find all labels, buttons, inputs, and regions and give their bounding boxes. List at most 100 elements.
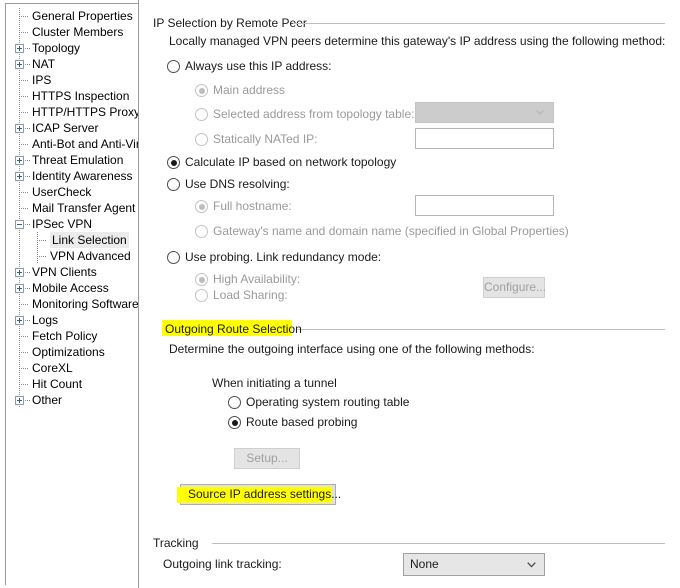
sidebar-item-icap-server[interactable]: ICAP Server xyxy=(6,120,138,136)
sidebar-item-label: Monitoring Software bla xyxy=(32,297,139,311)
topology-table-combo[interactable] xyxy=(415,102,554,123)
expand-icon[interactable] xyxy=(15,284,24,293)
sidebar-item-identity-awareness[interactable]: Identity Awareness xyxy=(6,168,138,184)
radio-selected-address-topology[interactable] xyxy=(195,108,208,121)
sidebar-item-mobile-access[interactable]: Mobile Access xyxy=(6,280,138,296)
radio-gateway-name-domain-label[interactable]: Gateway's name and domain name (specifie… xyxy=(213,225,569,238)
sidebar-item-monitoring-software-bla[interactable]: Monitoring Software bla xyxy=(6,296,138,312)
expand-icon[interactable] xyxy=(15,60,24,69)
radio-os-routing-table[interactable] xyxy=(228,396,241,409)
tree-branch-line xyxy=(19,96,28,97)
radio-load-sharing-label[interactable]: Load Sharing: xyxy=(213,289,288,302)
expand-icon[interactable] xyxy=(15,316,24,325)
tracking-group-divider xyxy=(212,543,665,544)
sidebar-item-hit-count[interactable]: Hit Count xyxy=(6,376,138,392)
sidebar-item-label: HTTPS Inspection xyxy=(32,89,130,103)
radio-load-sharing[interactable] xyxy=(195,289,208,302)
configure-button[interactable]: Configure... xyxy=(483,277,546,298)
radio-use-probing[interactable] xyxy=(167,251,180,264)
tree-branch-line xyxy=(25,48,31,49)
sidebar-item-label: Cluster Members xyxy=(32,25,124,39)
sidebar-item-anti-bot-and-anti-virus[interactable]: Anti-Bot and Anti-Virus xyxy=(6,136,138,152)
radio-selected-address-topology-label[interactable]: Selected address from topology table: xyxy=(213,108,414,121)
main-content-panel: IP Selection by Remote Peer Locally mana… xyxy=(139,0,680,588)
tree-branch-line xyxy=(19,368,28,369)
expand-icon[interactable] xyxy=(15,44,24,53)
sidebar-item-label: General Properties xyxy=(32,9,133,23)
radio-gateway-name-domain[interactable] xyxy=(195,225,208,238)
tree-branch-line xyxy=(25,176,31,177)
radio-calculate-ip-topology-label[interactable]: Calculate IP based on network topology xyxy=(185,156,396,169)
sidebar-item-corexl[interactable]: CoreXL xyxy=(6,360,138,376)
radio-use-dns-resolving-label[interactable]: Use DNS resolving: xyxy=(185,178,290,191)
sidebar-item-cluster-members[interactable]: Cluster Members xyxy=(6,24,138,40)
tree-branch-line xyxy=(19,352,28,353)
setup-button[interactable]: Setup... xyxy=(234,448,300,469)
outgoing-link-tracking-label: Outgoing link tracking: xyxy=(163,557,282,571)
tree-branch-line xyxy=(19,208,28,209)
radio-high-availability[interactable] xyxy=(195,273,208,286)
ip-selection-group-divider xyxy=(293,23,665,24)
tree-branch-line xyxy=(25,224,31,225)
radio-calculate-ip-topology[interactable] xyxy=(167,156,180,169)
sidebar-item-label: Anti-Bot and Anti-Virus xyxy=(32,137,138,151)
sidebar-item-label: NAT xyxy=(32,57,56,71)
sidebar-item-https-inspection[interactable]: HTTPS Inspection xyxy=(6,88,138,104)
sidebar-item-label: VPN Advanced xyxy=(50,249,131,263)
radio-high-availability-label[interactable]: High Availability: xyxy=(213,273,300,286)
expand-icon[interactable] xyxy=(15,172,24,181)
tree-branch-line xyxy=(25,288,31,289)
sidebar-item-label: IPSec VPN xyxy=(32,217,93,231)
tree-branch-line xyxy=(19,80,28,81)
expand-icon[interactable] xyxy=(15,268,24,277)
outgoing-route-group-title: Outgoing Route Selection xyxy=(165,322,302,336)
sidebar-item-label: Topology xyxy=(32,41,81,55)
sidebar-item-vpn-clients[interactable]: VPN Clients xyxy=(6,264,138,280)
navigation-tree[interactable]: General Properties Cluster Members Topolog… xyxy=(5,3,138,585)
radio-statically-nated-ip[interactable] xyxy=(195,133,208,146)
source-ip-address-settings-label[interactable]: Source IP address settings... xyxy=(188,487,341,501)
sidebar-item-general-properties[interactable]: General Properties xyxy=(6,8,138,24)
sidebar-item-link-selection[interactable]: Link Selection xyxy=(6,232,138,248)
full-hostname-field[interactable] xyxy=(415,195,554,216)
sidebar-item-other[interactable]: Other xyxy=(6,392,138,408)
radio-full-hostname[interactable] xyxy=(195,200,208,213)
collapse-icon[interactable] xyxy=(15,220,24,229)
navigation-sidebar: General Properties Cluster Members Topolog… xyxy=(0,0,139,588)
radio-full-hostname-label[interactable]: Full hostname: xyxy=(213,200,292,213)
sidebar-item-ips[interactable]: IPS xyxy=(6,72,138,88)
sidebar-item-usercheck[interactable]: UserCheck xyxy=(6,184,138,200)
sidebar-item-label: Identity Awareness xyxy=(32,169,133,183)
sidebar-item-optimizations[interactable]: Optimizations xyxy=(6,344,138,360)
radio-use-dns-resolving[interactable] xyxy=(167,178,180,191)
radio-main-address-label[interactable]: Main address xyxy=(213,84,285,97)
sidebar-item-threat-emulation[interactable]: Threat Emulation xyxy=(6,152,138,168)
link-selection-settings-page: General Properties Cluster Members Topolog… xyxy=(0,0,680,588)
radio-route-based-probing-label[interactable]: Route based probing xyxy=(246,416,357,429)
tree-branch-line xyxy=(19,32,28,33)
sidebar-item-vpn-advanced[interactable]: VPN Advanced xyxy=(6,248,138,264)
radio-route-based-probing[interactable] xyxy=(228,416,241,429)
sidebar-item-label: Fetch Policy xyxy=(32,329,98,343)
radio-statically-nated-ip-label[interactable]: Statically NATed IP: xyxy=(213,133,317,146)
expand-icon[interactable] xyxy=(15,396,24,405)
statically-nated-ip-field[interactable] xyxy=(415,128,554,149)
radio-use-probing-label[interactable]: Use probing. Link redundancy mode: xyxy=(185,251,381,264)
expand-icon[interactable] xyxy=(15,124,24,133)
sidebar-item-mail-transfer-agent[interactable]: Mail Transfer Agent xyxy=(6,200,138,216)
sidebar-item-nat[interactable]: NAT xyxy=(6,56,138,72)
radio-always-use-this-ip[interactable] xyxy=(167,60,180,73)
sidebar-item-fetch-policy[interactable]: Fetch Policy xyxy=(6,328,138,344)
sidebar-item-http-https-proxy[interactable]: HTTP/HTTPS Proxy xyxy=(6,104,138,120)
outgoing-link-tracking-combo[interactable]: None xyxy=(403,553,545,576)
radio-os-routing-table-label[interactable]: Operating system routing table xyxy=(246,396,409,409)
tree-branch-line xyxy=(25,320,31,321)
when-initiating-tunnel-label: When initiating a tunnel xyxy=(212,376,337,390)
sidebar-item-label: Link Selection xyxy=(50,232,129,248)
expand-icon[interactable] xyxy=(15,156,24,165)
sidebar-item-topology[interactable]: Topology xyxy=(6,40,138,56)
radio-main-address[interactable] xyxy=(195,84,208,97)
sidebar-item-ipsec-vpn[interactable]: IPSec VPN xyxy=(6,216,138,232)
radio-always-use-this-ip-label[interactable]: Always use this IP address: xyxy=(185,60,332,73)
sidebar-item-logs[interactable]: Logs xyxy=(6,312,138,328)
